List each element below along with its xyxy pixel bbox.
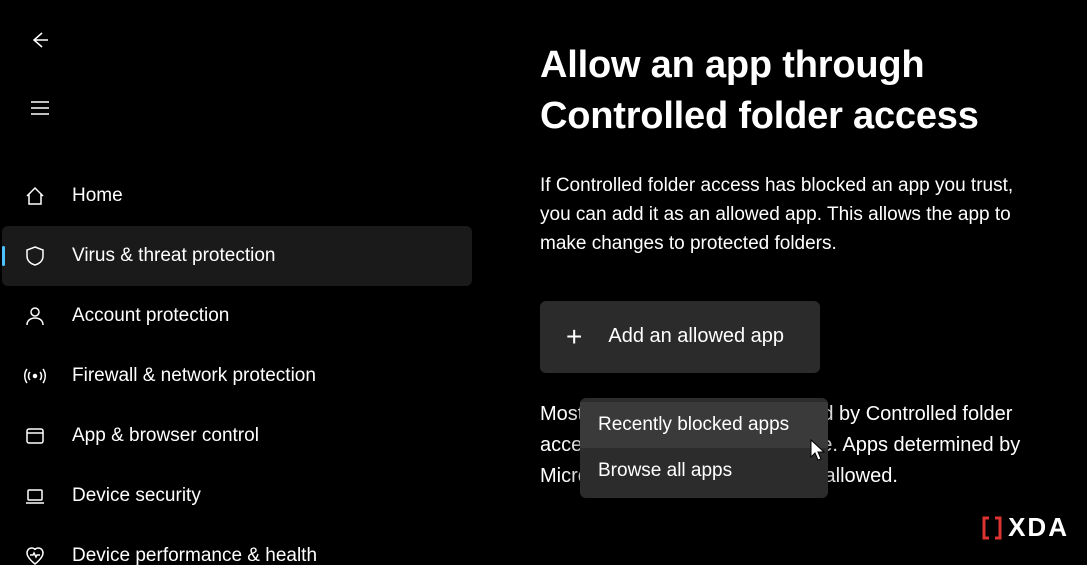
app-root: Home Virus & threat protection Acco — [0, 0, 1087, 565]
page-description: If Controlled folder access has blocked … — [540, 171, 1040, 259]
person-icon — [24, 305, 46, 327]
add-allowed-app-button[interactable]: + Add an allowed app — [540, 301, 820, 373]
heart-pulse-icon — [24, 545, 46, 565]
menu-button[interactable] — [20, 88, 60, 128]
add-app-dropdown: Recently blocked apps Browse all apps — [580, 398, 828, 498]
shield-icon — [24, 245, 46, 267]
sidebar-nav: Home Virus & threat protection Acco — [0, 166, 480, 565]
window-icon — [24, 425, 46, 447]
sidebar-item-label: Home — [72, 185, 123, 207]
sidebar-item-label: Device security — [72, 485, 201, 507]
sidebar-item-home[interactable]: Home — [2, 166, 472, 226]
add-button-label: Add an allowed app — [608, 325, 784, 348]
sidebar-item-label: Account protection — [72, 305, 229, 327]
sidebar-item-label: Device performance & health — [72, 545, 317, 565]
back-arrow-icon — [30, 30, 50, 50]
sidebar-item-device-security[interactable]: Device security — [2, 466, 472, 526]
dropdown-item-recently-blocked[interactable]: Recently blocked apps — [580, 402, 828, 448]
hamburger-icon — [30, 100, 50, 116]
home-icon — [24, 185, 46, 207]
dropdown-item-label: Browse all apps — [598, 460, 732, 481]
sidebar-item-performance-health[interactable]: Device performance & health — [2, 526, 472, 565]
sidebar-item-label: Virus & threat protection — [72, 245, 275, 267]
sidebar-item-label: App & browser control — [72, 425, 259, 447]
dropdown-item-label: Recently blocked apps — [598, 414, 789, 435]
sidebar-item-app-browser[interactable]: App & browser control — [2, 406, 472, 466]
page-title: Allow an app through Controlled folder a… — [540, 40, 1047, 143]
signal-icon — [24, 365, 46, 387]
plus-icon: + — [566, 323, 582, 351]
sidebar-item-firewall[interactable]: Firewall & network protection — [2, 346, 472, 406]
laptop-icon — [24, 485, 46, 507]
dropdown-item-browse-all[interactable]: Browse all apps — [580, 448, 828, 494]
sidebar-item-virus-threat[interactable]: Virus & threat protection — [2, 226, 472, 286]
back-button[interactable] — [20, 20, 60, 60]
sidebar: Home Virus & threat protection Acco — [0, 0, 480, 565]
sidebar-item-label: Firewall & network protection — [72, 365, 316, 387]
sidebar-item-account-protection[interactable]: Account protection — [2, 286, 472, 346]
